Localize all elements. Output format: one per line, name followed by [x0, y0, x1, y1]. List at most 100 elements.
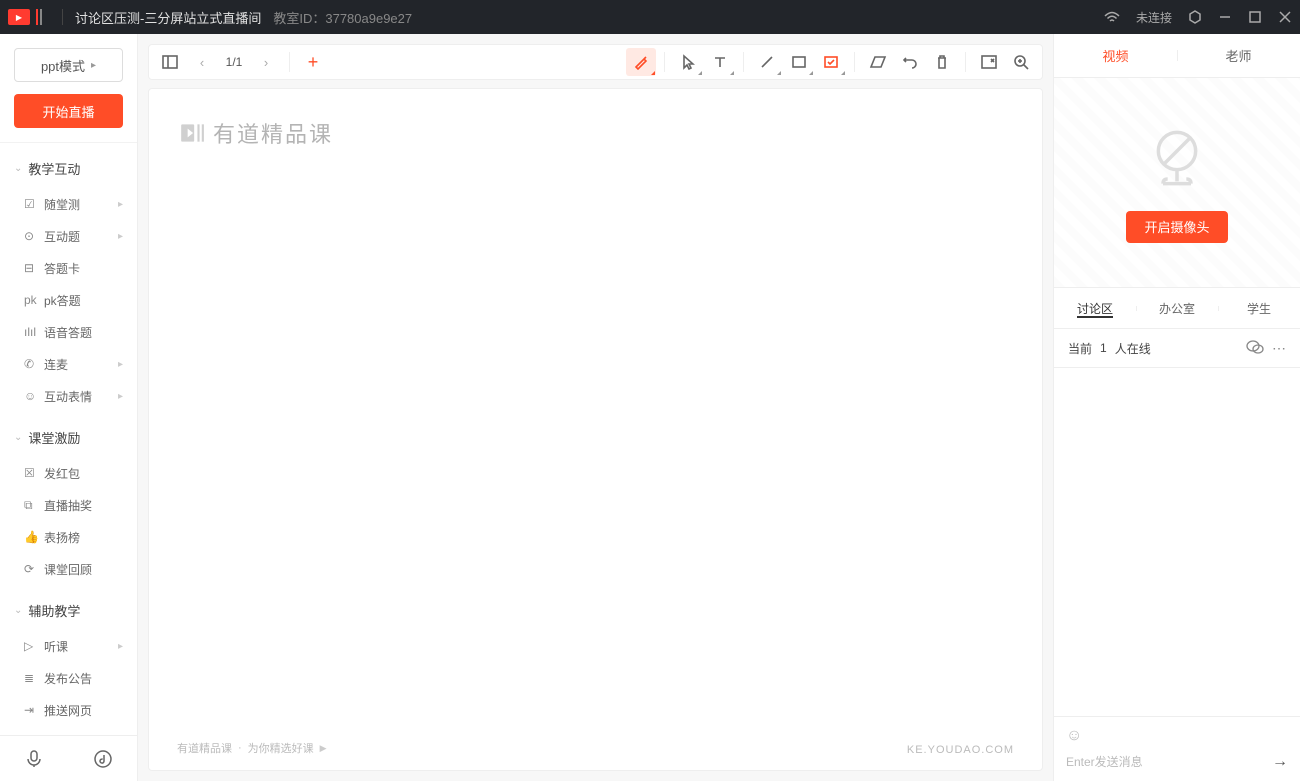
app-logo	[8, 9, 30, 25]
stamp-tool-button[interactable]	[816, 48, 846, 76]
whiteboard-canvas[interactable]: 有道精品课 有道精品课·为你精选好课▶ KE.YOUDAO.COM	[148, 88, 1043, 771]
line-tool-button[interactable]	[752, 48, 782, 76]
chat-wechat-icon[interactable]	[1246, 339, 1264, 358]
ppt-mode-button[interactable]: ppt模式▸	[14, 48, 123, 82]
tab-video[interactable]: 视频	[1054, 46, 1177, 65]
shape-tool-button[interactable]	[784, 48, 814, 76]
undo-button[interactable]	[895, 48, 925, 76]
sidebar-item-label: 听课	[44, 638, 118, 655]
minimize-button[interactable]	[1218, 10, 1232, 24]
clear-button[interactable]	[927, 48, 957, 76]
canvas-url: KE.YOUDAO.COM	[907, 744, 1014, 756]
microphone-button[interactable]	[20, 745, 48, 773]
sidebar-group-header[interactable]: ⌄辅助教学	[0, 597, 137, 630]
sidebar-item-icon: ▷	[24, 639, 44, 653]
tab-office[interactable]: 办公室	[1136, 300, 1218, 317]
toolbar: ‹ 1/1 › +	[148, 44, 1043, 80]
canvas-footer: 有道精品课·为你精选好课▶	[177, 740, 327, 756]
chevron-down-icon: ⌄	[14, 432, 22, 443]
chevron-down-icon: ⌄	[14, 605, 22, 616]
connection-status: 未连接	[1136, 9, 1172, 26]
chevron-down-icon: ⌄	[14, 163, 22, 174]
sidebar-item-icon: ☺	[24, 389, 44, 403]
chat-messages	[1054, 368, 1300, 716]
emoji-button[interactable]: ☺	[1066, 727, 1288, 745]
sidebar-item-icon: ılıl	[24, 325, 44, 339]
sidebar-item-label: 发红包	[44, 465, 123, 482]
screenshot-button[interactable]	[974, 48, 1004, 76]
sidebar-item-label: pk答题	[44, 292, 123, 309]
sidebar-item-icon: ⊙	[24, 229, 44, 243]
next-page-button[interactable]: ›	[251, 48, 281, 76]
page-counter: 1/1	[219, 55, 249, 69]
sidebar-item[interactable]: ⧉直播抽奖	[0, 489, 137, 521]
chevron-right-icon: ▸	[91, 60, 96, 71]
chat-input[interactable]	[1066, 755, 1264, 769]
sidebar-item[interactable]: 👍表扬榜	[0, 521, 137, 553]
sidebar-item-label: 连麦	[44, 356, 118, 373]
sidebar-item-icon: ✆	[24, 357, 44, 371]
tab-teacher[interactable]: 老师	[1177, 46, 1300, 65]
window-title: 讨论区压测-三分屏站立式直播间	[75, 8, 261, 27]
sidebar-item[interactable]: ☒发红包	[0, 457, 137, 489]
tab-discussion[interactable]: 讨论区	[1054, 300, 1136, 317]
zoom-button[interactable]	[1006, 48, 1036, 76]
chevron-right-icon: ▸	[118, 199, 123, 210]
text-tool-button[interactable]	[705, 48, 735, 76]
sidebar-item[interactable]: ☺互动表情▸	[0, 380, 137, 412]
sidebar-item-label: 表扬榜	[44, 529, 123, 546]
sidebar-item-label: 答题卡	[44, 260, 123, 277]
sidebar-item-icon: ☒	[24, 466, 44, 480]
pen-tool-button[interactable]	[626, 48, 656, 76]
sidebar-item-icon: ⧉	[24, 498, 44, 513]
canvas-area: ‹ 1/1 › + 有道精品课	[138, 34, 1053, 781]
chevron-right-icon: ▸	[118, 359, 123, 370]
settings-icon[interactable]	[1188, 10, 1202, 24]
sidebar-item-label: 直播抽奖	[44, 497, 123, 514]
sidebar-item[interactable]: ⟳课堂回顾	[0, 553, 137, 585]
titlebar: 讨论区压测-三分屏站立式直播间 教室ID：37780a9e9e27 未连接	[0, 0, 1300, 34]
wifi-icon	[1104, 11, 1120, 23]
layout-toggle-button[interactable]	[155, 48, 185, 76]
sidebar-item-label: 互动表情	[44, 388, 118, 405]
room-id: 教室ID：37780a9e9e27	[273, 8, 412, 27]
sidebar-item-label: 随堂测	[44, 196, 118, 213]
sidebar-item-icon: ☑	[24, 197, 44, 211]
sidebar-item[interactable]: ▷听课▸	[0, 630, 137, 662]
sidebar-item[interactable]: ⇥推送网页	[0, 694, 137, 726]
camera-off-icon	[1142, 123, 1212, 193]
add-page-button[interactable]: +	[298, 48, 328, 76]
sidebar-item-icon: ⊟	[24, 261, 44, 275]
pointer-tool-button[interactable]	[673, 48, 703, 76]
online-bar: 当前1人在线 ⋯	[1054, 328, 1300, 368]
send-button[interactable]: →	[1272, 753, 1288, 771]
sidebar-item[interactable]: ☑随堂测▸	[0, 188, 137, 220]
sidebar-item[interactable]: ılıl语音答题	[0, 316, 137, 348]
maximize-button[interactable]	[1248, 10, 1262, 24]
sidebar-item-icon: pk	[24, 293, 44, 307]
tab-students[interactable]: 学生	[1218, 300, 1300, 317]
sidebar-item-label: 互动题	[44, 228, 118, 245]
sidebar-item[interactable]: ⊙互动题▸	[0, 220, 137, 252]
start-live-button[interactable]: 开始直播	[14, 94, 123, 128]
music-button[interactable]	[89, 745, 117, 773]
chevron-right-icon: ▸	[118, 641, 123, 652]
chat-more-button[interactable]: ⋯	[1272, 340, 1286, 357]
close-button[interactable]	[1278, 10, 1292, 24]
chevron-right-icon: ▸	[118, 231, 123, 242]
sidebar: ppt模式▸ 开始直播 ⌄教学互动☑随堂测▸⊙互动题▸⊟答题卡pkpk答题ılı…	[0, 34, 138, 781]
sidebar-item[interactable]: ✆连麦▸	[0, 348, 137, 380]
canvas-watermark: 有道精品课	[179, 117, 1012, 149]
sidebar-item[interactable]: ≣发布公告	[0, 662, 137, 694]
sidebar-group-header[interactable]: ⌄教学互动	[0, 155, 137, 188]
sidebar-item-label: 语音答题	[44, 324, 123, 341]
sidebar-item[interactable]: pkpk答题	[0, 284, 137, 316]
open-camera-button[interactable]: 开启摄像头	[1126, 211, 1227, 243]
sidebar-group-header[interactable]: ⌄课堂激励	[0, 424, 137, 457]
prev-page-button[interactable]: ‹	[187, 48, 217, 76]
chevron-right-icon: ▸	[118, 391, 123, 402]
logo-bars	[36, 9, 42, 25]
sidebar-item[interactable]: ⊟答题卡	[0, 252, 137, 284]
camera-area: 开启摄像头	[1054, 78, 1300, 288]
eraser-tool-button[interactable]	[863, 48, 893, 76]
